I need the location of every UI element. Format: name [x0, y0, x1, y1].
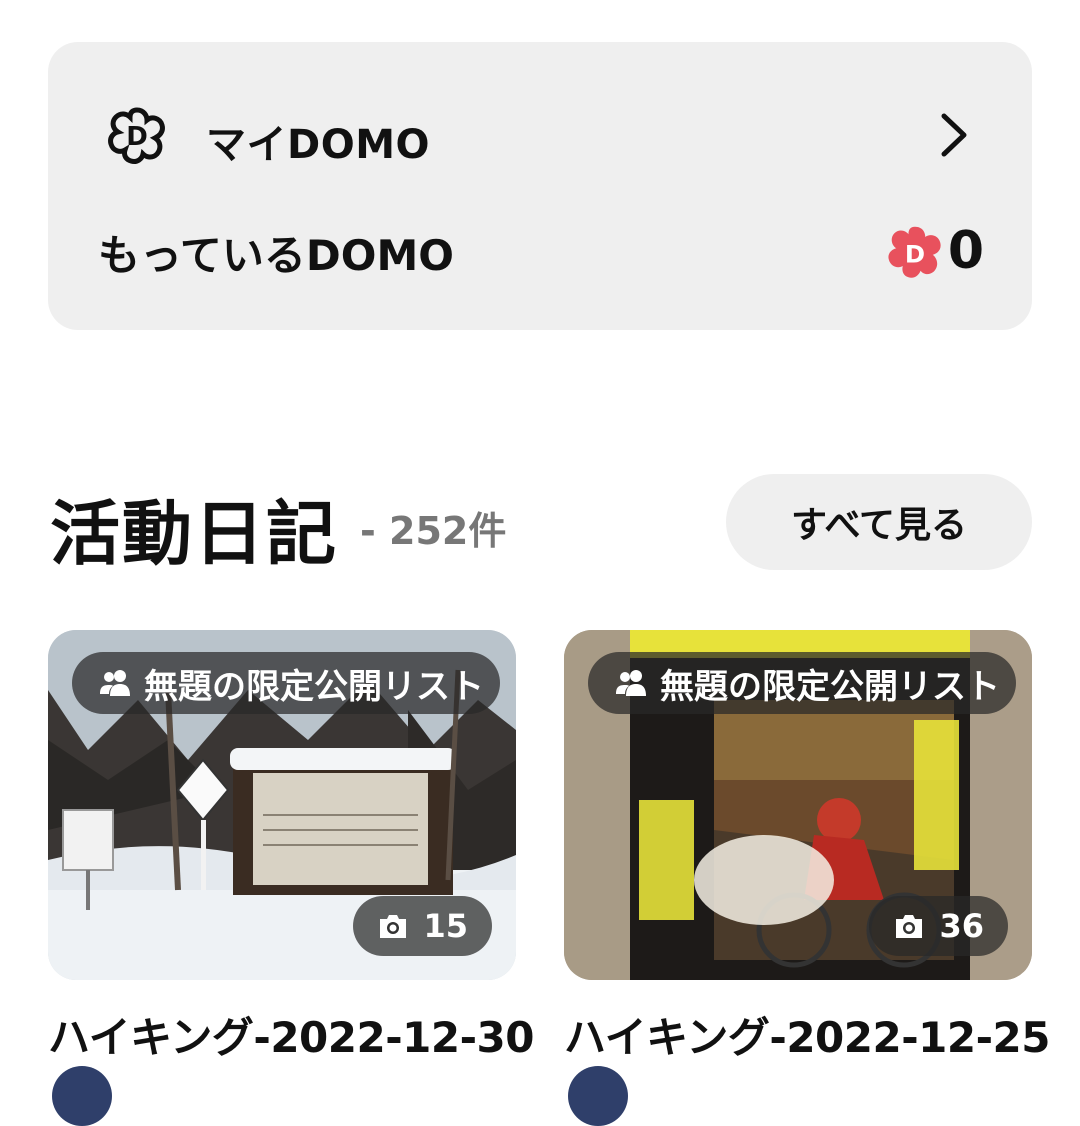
- domo-badge-icon: D: [888, 226, 941, 278]
- activity-card[interactable]: 無題の限定公開リスト 15 ハイキング-2022-12-30: [48, 630, 534, 1126]
- camera-icon: [896, 915, 923, 938]
- mydomo-row[interactable]: D マイDOMO: [48, 80, 1032, 190]
- activity-thumbnail[interactable]: 無題の限定公開リスト 15: [48, 630, 516, 980]
- domo-flower-icon: D: [108, 107, 165, 164]
- users-icon: [100, 670, 130, 696]
- section-title: 活動日記: [50, 493, 338, 575]
- photo-count-badge: 36: [869, 896, 1008, 956]
- owned-domo-row: もっているDOMO D 0: [48, 212, 1032, 302]
- photo-count: 15: [423, 907, 468, 945]
- users-icon: [616, 670, 646, 696]
- svg-text:D: D: [905, 239, 925, 268]
- see-all-button[interactable]: すべて見る: [726, 474, 1032, 570]
- svg-text:D: D: [126, 122, 148, 152]
- chevron-right-icon: [941, 113, 967, 157]
- section-count: - 252件: [360, 509, 507, 553]
- owned-domo-count: 0: [947, 221, 984, 281]
- card-title: ハイキング-2022-12-30: [48, 1013, 534, 1062]
- list-badge: 無題の限定公開リスト: [72, 652, 500, 714]
- owned-domo-label: もっているDOMO: [98, 231, 454, 280]
- camera-icon: [380, 915, 407, 938]
- avatar: [52, 1066, 112, 1126]
- photo-count: 36: [939, 907, 984, 945]
- list-badge-label: 無題の限定公開リスト: [660, 666, 1000, 707]
- domo-card: D マイDOMO もっているDOMO D 0: [48, 42, 1032, 330]
- activity-thumbnail[interactable]: 無題の限定公開リスト 36: [564, 630, 1032, 980]
- list-badge: 無題の限定公開リスト: [588, 652, 1016, 714]
- activity-section-header: 活動日記 - 252件 すべて見る: [0, 470, 1080, 580]
- photo-count-badge: 15: [353, 896, 492, 956]
- mydomo-label: マイDOMO: [206, 122, 431, 168]
- avatar: [568, 1066, 628, 1126]
- list-badge-label: 無題の限定公開リスト: [144, 666, 484, 707]
- activity-card[interactable]: 無題の限定公開リスト 36 ハイキング-2022-12-25: [564, 630, 1050, 1126]
- card-title: ハイキング-2022-12-25: [564, 1013, 1050, 1062]
